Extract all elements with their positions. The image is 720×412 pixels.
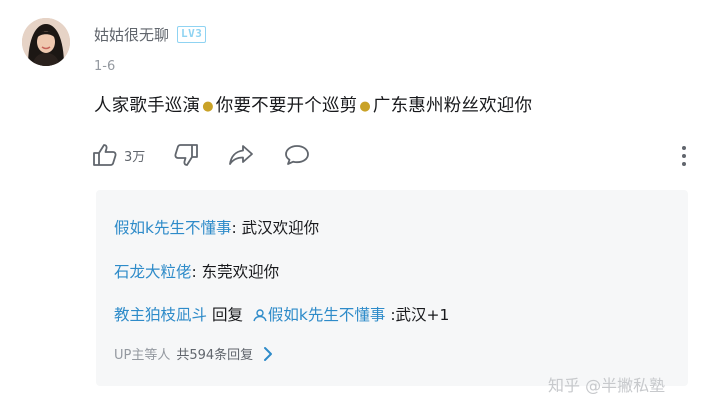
- doge-emoji-icon: ●: [202, 99, 214, 114]
- reply-username[interactable]: 石龙大粒佬: [114, 263, 192, 281]
- more-replies-prefix: UP主等人: [114, 348, 171, 363]
- dislike-button[interactable]: [173, 143, 199, 167]
- user-link-icon: [253, 309, 267, 322]
- thumbs-up-icon: [93, 144, 117, 166]
- chevron-right-icon: [264, 346, 273, 361]
- dot: [682, 154, 686, 158]
- reply-text: : 东莞欢迎你: [191, 263, 280, 281]
- avatar[interactable]: [22, 18, 70, 66]
- reply-button[interactable]: [283, 143, 311, 167]
- reply-item: 石龙大粒佬: 东莞欢迎你: [114, 260, 279, 282]
- doge-emoji-icon: ●: [359, 99, 371, 114]
- comment-text-part3: 广东惠州粉丝欢迎你: [372, 96, 533, 116]
- thumbs-down-icon: [174, 144, 199, 166]
- comment-text-part2: 你要不要开个巡剪: [215, 96, 358, 116]
- dot: [682, 162, 686, 166]
- reply-text: :武汉+1: [390, 306, 450, 324]
- comment-actions: 3万: [92, 141, 311, 169]
- comment-date: 1-6: [94, 59, 116, 74]
- reply-list: 假如k先生不懂事: 武汉欢迎你 石龙大粒佬: 东莞欢迎你 教主狛枝凪斗 回复 假…: [96, 190, 688, 386]
- share-icon: [229, 145, 254, 165]
- like-button[interactable]: 3万: [92, 143, 145, 167]
- reply-word: 回复: [211, 306, 243, 324]
- reply-text: : 武汉欢迎你: [231, 219, 320, 237]
- chat-bubble-icon: [285, 145, 310, 165]
- more-options-icon[interactable]: [676, 144, 692, 168]
- comment-content: 人家歌手巡演 ● 你要不要开个巡剪 ● 广东惠州粉丝欢迎你: [94, 92, 532, 117]
- comment-header: 姑姑很无聊 LV3: [94, 24, 207, 45]
- view-more-replies-button[interactable]: UP主等人 共594条回复: [114, 344, 273, 363]
- reply-username[interactable]: 假如k先生不懂事: [114, 219, 231, 237]
- level-badge: LV3: [177, 26, 207, 43]
- more-replies-count: 共594条回复: [176, 348, 254, 363]
- comment-text-part1: 人家歌手巡演: [94, 96, 201, 116]
- reply-item: 教主狛枝凪斗 回复 假如k先生不懂事 :武汉+1: [114, 303, 449, 325]
- share-button[interactable]: [227, 143, 255, 167]
- reply-item: 假如k先生不懂事: 武汉欢迎你: [114, 216, 319, 238]
- dot: [682, 146, 686, 150]
- watermark: 知乎 @半撇私塾: [548, 376, 666, 395]
- reply-target-username[interactable]: 假如k先生不懂事: [268, 306, 385, 324]
- username[interactable]: 姑姑很无聊: [94, 24, 169, 45]
- reply-username[interactable]: 教主狛枝凪斗: [114, 306, 207, 324]
- like-count: 3万: [124, 149, 146, 165]
